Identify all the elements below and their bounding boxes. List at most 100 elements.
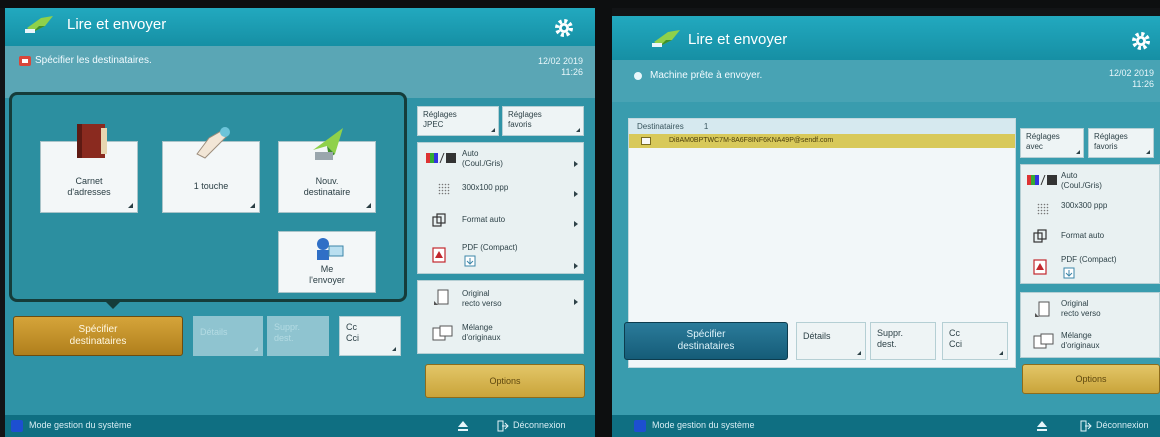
- submenu-corner-icon: [1146, 150, 1150, 154]
- one-touch-hand-icon: [196, 127, 230, 159]
- system-mode-icon[interactable]: [11, 420, 23, 432]
- submenu-corner-icon: [128, 203, 133, 208]
- details-button[interactable]: Détails: [193, 316, 263, 356]
- header-bar: Lire et envoyer: [612, 16, 1160, 60]
- system-mode-label[interactable]: Mode gestion du système: [652, 420, 755, 430]
- duplex-original-icon: [1035, 301, 1050, 317]
- delete-destination-button[interactable]: Suppr. dest.: [870, 322, 936, 360]
- chevron-right-icon: [574, 263, 578, 269]
- mixed-originals-row[interactable]: Mélange d'originaux: [418, 319, 583, 351]
- chevron-right-icon: [574, 191, 578, 197]
- address-book-icon: [77, 124, 107, 158]
- photo-stage: Lire et envoyer Spécifier les destinatai…: [0, 0, 1160, 437]
- scan-settings-group: Auto (Coul./Gris) 300x300 ppp Format aut…: [1020, 164, 1160, 284]
- pdf-file-icon: [1033, 259, 1047, 275]
- new-destination-icon: [313, 128, 343, 160]
- eject-icon[interactable]: [457, 420, 469, 432]
- logout-icon[interactable]: [1080, 420, 1092, 432]
- resolution-row[interactable]: 300x100 ppp: [418, 179, 583, 207]
- logout-button[interactable]: Déconnexion: [513, 420, 566, 430]
- status-message: Spécifier les destinataires.: [35, 55, 152, 66]
- bezel-top: [0, 0, 1160, 8]
- resolution-icon: [1037, 203, 1049, 215]
- format-row[interactable]: Format auto: [418, 211, 583, 237]
- chevron-right-icon: [574, 221, 578, 227]
- time-text: 11:26: [561, 67, 583, 77]
- favorite-settings-button[interactable]: Réglages favoris: [1088, 128, 1154, 158]
- system-mode-icon[interactable]: [634, 420, 646, 432]
- resolution-icon: [438, 183, 450, 195]
- status-message: Machine prête à envoyer.: [650, 70, 763, 81]
- app-title: Lire et envoyer: [688, 31, 788, 48]
- format-row[interactable]: Format auto: [1021, 227, 1159, 251]
- chevron-right-icon: [574, 161, 578, 167]
- one-touch-label: 1 touche: [193, 181, 229, 191]
- send-to-myself-label: Me l'envoyer: [309, 264, 345, 285]
- favorite-settings-button[interactable]: Réglages favoris: [502, 106, 584, 136]
- submenu-corner-icon: [254, 347, 258, 351]
- submenu-corner-icon: [576, 128, 580, 132]
- submenu-corner-icon: [491, 128, 495, 132]
- original-settings-group: Original recto verso Mélange d'originaux: [1020, 292, 1160, 358]
- email-type-icon: [641, 137, 651, 145]
- format-auto-icon: [1033, 229, 1047, 243]
- jpeg-settings-button[interactable]: Réglages JPEC: [417, 106, 499, 136]
- footer-bar: Mode gestion du système Déconnexion: [612, 415, 1160, 437]
- cc-bcc-button[interactable]: Cc Cci: [942, 322, 1008, 360]
- destination-type-panel: Carnet d'adresses 1 touche Nouv. destina…: [9, 92, 407, 302]
- right-screen: Lire et envoyer Machine prête à envoyer.…: [612, 16, 1160, 437]
- options-button[interactable]: Options: [425, 364, 585, 398]
- file-type-row[interactable]: PDF (Compact): [418, 241, 583, 273]
- specify-destinations-button[interactable]: Spécifier destinataires: [13, 316, 183, 356]
- chevron-right-icon: [574, 299, 578, 305]
- submenu-corner-icon: [366, 203, 371, 208]
- delete-destination-button[interactable]: Suppr. dest.: [267, 316, 329, 356]
- cc-bcc-button[interactable]: Cc Cci: [339, 316, 401, 356]
- address-book-label: Carnet d'adresses: [67, 176, 111, 197]
- new-destination-button[interactable]: Nouv. destinataire: [278, 128, 376, 213]
- date-text: 12/02 2019: [1108, 68, 1154, 78]
- logout-button[interactable]: Déconnexion: [1096, 420, 1149, 430]
- address-book-button[interactable]: Carnet d'adresses: [40, 124, 138, 213]
- pdf-file-icon: [432, 247, 446, 263]
- system-mode-label[interactable]: Mode gestion du système: [29, 420, 132, 430]
- color-mode-icon: [426, 153, 456, 163]
- mixed-originals-row[interactable]: Mélange d'originaux: [1021, 327, 1159, 357]
- status-bar: Spécifier les destinataires. 12/02 2019 …: [5, 46, 595, 98]
- scan-settings-group: Auto (Coul./Gris) 300x100 ppp Format aut…: [417, 142, 584, 274]
- destination-row[interactable]: Di8AM0BPTWC7M-8A6F8INF6KNA49P@sendf.com: [629, 134, 1015, 148]
- eject-icon[interactable]: [1036, 420, 1048, 432]
- app-title: Lire et envoyer: [67, 16, 167, 33]
- clock: 12/02 2019 11:26: [538, 56, 583, 78]
- date-text: 12/02 2019: [537, 56, 583, 66]
- format-auto-icon: [432, 213, 446, 227]
- details-button[interactable]: Détails: [796, 322, 866, 360]
- settings-gear-icon[interactable]: [1130, 30, 1152, 52]
- resolution-row[interactable]: 300x300 ppp: [1021, 197, 1159, 223]
- color-mode-icon: [1027, 175, 1057, 185]
- duplex-original-row[interactable]: Original recto verso: [1021, 297, 1159, 325]
- settings-gear-icon[interactable]: [553, 17, 575, 39]
- color-mode-row[interactable]: Auto (Coul./Gris): [1021, 169, 1159, 197]
- color-mode-row[interactable]: Auto (Coul./Gris): [418, 147, 583, 179]
- one-touch-button[interactable]: 1 touche: [162, 127, 260, 213]
- status-bar: Machine prête à envoyer. 12/02 2019 11:2…: [612, 60, 1160, 102]
- image-separator: [595, 0, 612, 437]
- logout-icon[interactable]: [497, 420, 509, 432]
- compact-file-icon: [1063, 267, 1075, 279]
- jpeg-settings-button[interactable]: Réglages avec: [1020, 128, 1084, 158]
- send-to-myself-icon: [317, 238, 344, 260]
- options-button[interactable]: Options: [1022, 364, 1160, 394]
- scan-send-logo-icon: [25, 16, 53, 33]
- specify-destinations-button[interactable]: Spécifier destinataires: [624, 322, 788, 360]
- submenu-corner-icon: [999, 351, 1003, 355]
- footer-bar: Mode gestion du système Déconnexion: [5, 415, 595, 437]
- header-bar: Lire et envoyer: [5, 8, 595, 46]
- submenu-corner-icon: [250, 203, 255, 208]
- new-destination-label: Nouv. destinataire: [303, 176, 351, 197]
- destination-list-header: Destinataires 1: [629, 119, 1015, 134]
- file-type-row[interactable]: PDF (Compact): [1021, 253, 1159, 283]
- duplex-original-row[interactable]: Original recto verso: [418, 285, 583, 317]
- left-screen: Lire et envoyer Spécifier les destinatai…: [5, 8, 595, 437]
- send-to-myself-button[interactable]: Me l'envoyer: [278, 231, 376, 293]
